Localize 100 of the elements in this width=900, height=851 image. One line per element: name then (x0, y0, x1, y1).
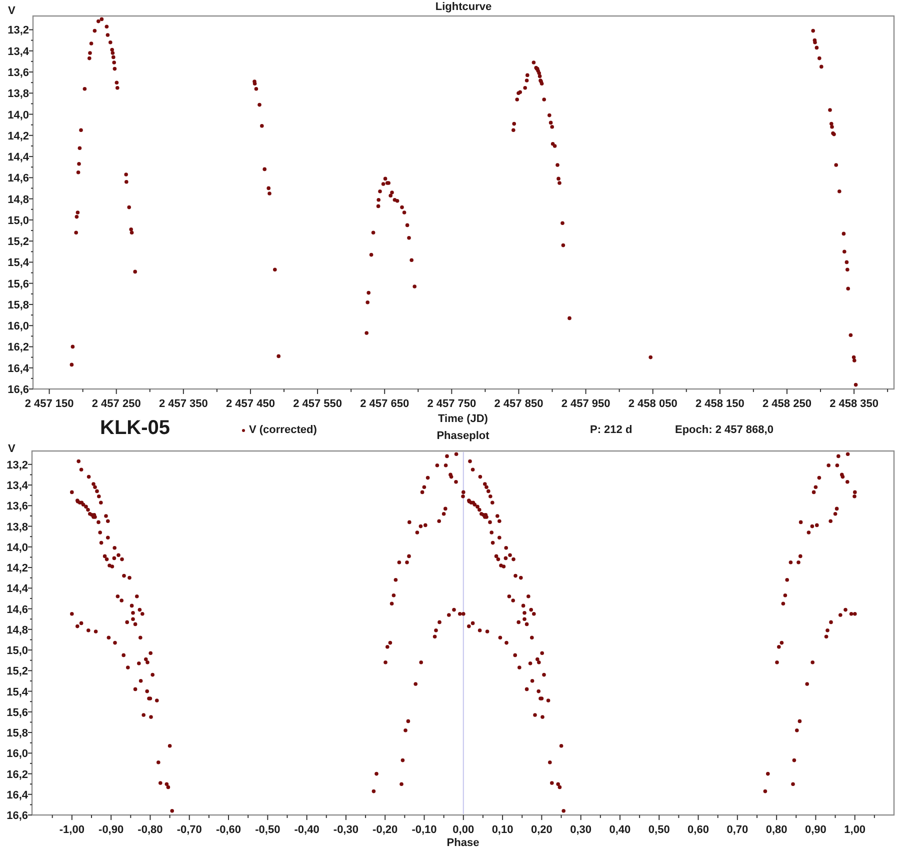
data-point (98, 530, 102, 534)
data-point (810, 660, 814, 664)
data-point (798, 719, 802, 724)
tick-label: 16,2 (6, 768, 28, 781)
data-point (122, 574, 126, 578)
data-point (410, 258, 414, 262)
tick-label: 2 458 050 (628, 398, 678, 410)
data-point (260, 124, 264, 128)
data-point (145, 689, 149, 694)
tick-label: 15,6 (8, 278, 29, 290)
data-point (168, 744, 172, 748)
data-point (127, 205, 131, 210)
data-point (546, 698, 550, 702)
data-point (79, 128, 83, 132)
data-point (513, 653, 517, 658)
data-point (791, 782, 795, 786)
data-point (548, 113, 552, 118)
tick-label: 14,6 (8, 172, 29, 185)
data-point (124, 172, 128, 176)
data-point (795, 728, 799, 732)
data-point (405, 223, 410, 228)
data-point (366, 290, 370, 295)
data-point (397, 560, 402, 564)
data-point (648, 355, 652, 360)
data-point (82, 87, 87, 91)
data-point (76, 170, 80, 174)
tick-label: 15,8 (8, 299, 29, 312)
data-point (404, 728, 408, 732)
data-point (150, 672, 154, 677)
data-point (158, 781, 162, 785)
tick-label: 13,4 (6, 480, 28, 492)
data-point (521, 604, 526, 608)
data-point (128, 576, 132, 580)
data-point (846, 452, 850, 456)
data-point (131, 611, 135, 615)
data-point (568, 316, 572, 320)
data-point (124, 180, 128, 184)
tick-label: 14,2 (8, 130, 29, 142)
data-point (108, 40, 112, 44)
data-point (846, 286, 850, 290)
tick-label: 0,10 (492, 824, 514, 836)
data-point (550, 781, 554, 785)
data-point (138, 679, 143, 683)
data-point (77, 162, 81, 166)
data-point (384, 660, 388, 664)
tick-label: 14,0 (8, 109, 29, 122)
data-point (536, 689, 540, 694)
data-point (70, 344, 75, 349)
tick-label: 2 457 650 (360, 398, 410, 410)
tick-label: 2 457 550 (293, 398, 342, 410)
data-point (125, 620, 129, 624)
data-point (76, 459, 80, 464)
data-point (842, 250, 846, 254)
data-point (490, 540, 495, 545)
data-point (408, 520, 412, 524)
tick-label: 16,2 (8, 342, 29, 354)
tick-label: 15,4 (6, 686, 28, 698)
data-point (133, 687, 138, 692)
data-point (106, 636, 111, 640)
tick-label: 2 458 150 (695, 398, 744, 410)
tick-label: 0,20 (530, 824, 552, 836)
data-point (818, 56, 822, 60)
data-point (766, 772, 770, 776)
chart-title: Lightcurve (435, 1, 492, 13)
data-point (828, 108, 832, 112)
data-point (262, 167, 266, 172)
data-point (834, 163, 838, 167)
tick-label: -1,00 (59, 824, 84, 836)
data-point (848, 333, 853, 337)
data-point (792, 758, 796, 762)
data-point (519, 576, 523, 580)
tick-label: 2 457 850 (494, 398, 544, 410)
data-point (99, 540, 104, 545)
tick-label: 0,80 (766, 824, 788, 836)
data-point (798, 520, 803, 524)
data-point (781, 602, 786, 606)
data-point (542, 672, 546, 677)
data-point (415, 530, 420, 534)
tick-label: 15,2 (6, 666, 28, 678)
tick-label: 2 457 450 (226, 398, 275, 410)
data-point (478, 474, 482, 479)
data-point (130, 604, 134, 608)
data-point (844, 260, 849, 264)
data-point (556, 163, 560, 167)
tick-label: 0,00 (452, 824, 474, 836)
tick-label: 14,0 (6, 542, 28, 554)
data-point (155, 698, 159, 702)
chart-title: Phaseplot (436, 430, 490, 443)
data-point (826, 628, 830, 632)
data-point (99, 500, 103, 504)
data-point (514, 574, 518, 578)
tick-label: 0,40 (609, 824, 631, 836)
tick-label: 15,4 (8, 257, 29, 270)
data-point (400, 782, 404, 786)
data-point (372, 789, 376, 794)
data-point (114, 80, 119, 84)
data-point (498, 536, 502, 540)
data-point (89, 42, 94, 46)
data-point (828, 519, 832, 523)
data-point (516, 620, 520, 624)
